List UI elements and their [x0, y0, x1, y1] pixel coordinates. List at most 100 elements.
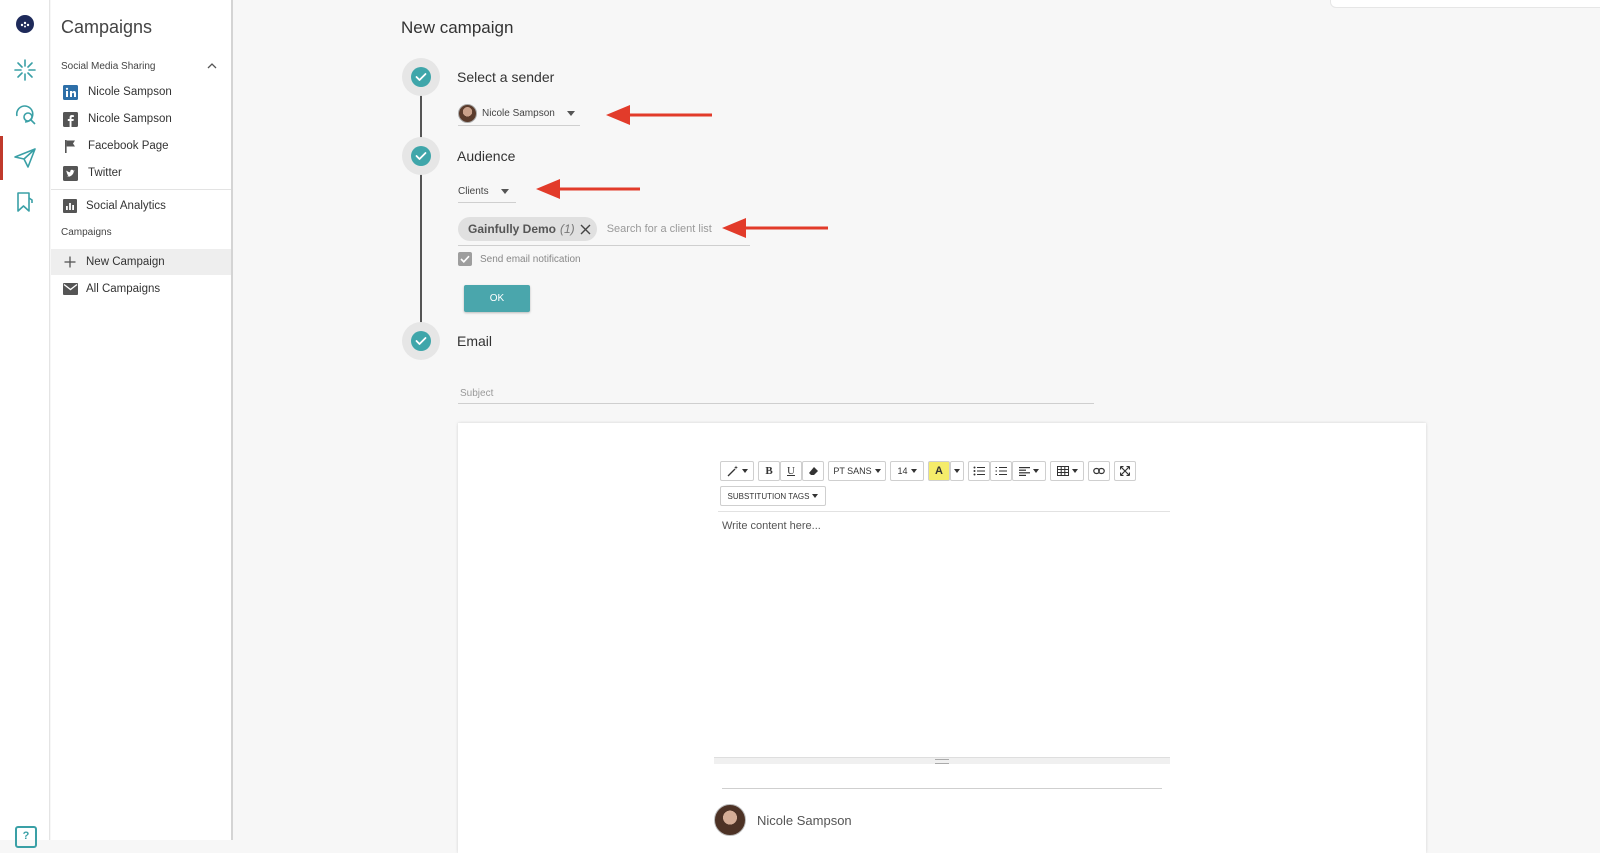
annotation-arrow-icon: [606, 105, 712, 125]
caret-down-icon: [1033, 469, 1039, 473]
facebook-icon: [62, 111, 78, 127]
sidebar-item-linkedin[interactable]: Nicole Sampson: [51, 79, 231, 105]
paragraph-align-dropdown[interactable]: [1012, 461, 1046, 481]
page-title: New campaign: [401, 18, 514, 37]
substitution-tags-dropdown[interactable]: SUBSTITUTION TAGS: [720, 486, 826, 506]
bookmark-icon: [16, 192, 33, 212]
numbered-list-button[interactable]: [990, 461, 1012, 481]
sidebar-item-all-campaigns[interactable]: All Campaigns: [51, 276, 231, 302]
sidebar-item-social-analytics[interactable]: Social Analytics: [51, 193, 231, 219]
sidebar-divider: [51, 189, 231, 190]
magic-style-button[interactable]: [720, 461, 754, 481]
icon-rail: ?: [0, 0, 50, 848]
font-family-value: PT SANS: [833, 466, 872, 476]
rail-dashboard[interactable]: [0, 48, 49, 92]
dashboard-icon: [13, 59, 36, 81]
section-header-label: Social Media Sharing: [61, 60, 156, 72]
font-size-dropdown[interactable]: 14: [890, 461, 924, 481]
insert-table-dropdown[interactable]: [1050, 461, 1084, 481]
sidebar-item-facebook[interactable]: Nicole Sampson: [51, 106, 231, 132]
email-body-editor[interactable]: Write content here...: [722, 520, 1166, 750]
align-left-icon: [1019, 466, 1030, 476]
annotation-arrow-icon: [722, 218, 828, 238]
caret-down-icon: [874, 469, 881, 473]
highlight-color-button[interactable]: A: [928, 461, 950, 481]
sidebar-item-new-campaign[interactable]: New Campaign: [51, 249, 231, 275]
editor-toolbar: B U PT SANS 14 A SUBSTITUTION TAGS: [718, 459, 1170, 512]
editor-resize-handle[interactable]: [714, 757, 1170, 764]
caret-down-icon: [910, 469, 917, 473]
sidebar-item-twitter[interactable]: Twitter: [51, 160, 231, 186]
step-audience-marker: [402, 137, 440, 175]
expand-icon: [1120, 466, 1130, 476]
caret-down-icon: [954, 469, 960, 473]
logo-icon: [15, 15, 34, 33]
audience-type-dropdown[interactable]: Clients: [458, 180, 516, 203]
sender-dropdown[interactable]: Nicole Sampson: [458, 101, 580, 126]
annotation-arrow-icon: [536, 179, 640, 199]
help-icon[interactable]: ?: [15, 826, 37, 848]
font-family-dropdown[interactable]: PT SANS: [828, 461, 886, 481]
underline-button[interactable]: U: [780, 461, 802, 481]
audience-ok-button[interactable]: OK: [464, 285, 530, 312]
eraser-icon: [808, 467, 818, 475]
rail-bookmarks[interactable]: [0, 180, 49, 224]
signature-divider: [722, 788, 1162, 789]
close-icon[interactable]: [579, 222, 593, 236]
rail-logo[interactable]: [0, 2, 49, 46]
top-right-panel-edge: [1330, 0, 1600, 8]
insert-link-button[interactable]: [1088, 461, 1110, 481]
caret-down-icon: [1071, 469, 1078, 473]
check-icon: [411, 146, 431, 166]
font-size-value: 14: [897, 466, 908, 476]
signature-name: Nicole Sampson: [757, 813, 852, 828]
send-icon: [13, 148, 36, 168]
rail-search[interactable]: [0, 92, 49, 136]
subject-input[interactable]: [458, 384, 1098, 403]
rail-campaigns[interactable]: [0, 136, 49, 180]
email-notification-label: Send email notification: [480, 253, 581, 265]
twitter-icon: [62, 165, 78, 181]
sidebar-item-facebook-page[interactable]: Facebook Page: [51, 133, 231, 159]
fullscreen-button[interactable]: [1114, 461, 1136, 481]
step-sender-marker: [402, 58, 440, 96]
email-notification-option: Send email notification: [458, 252, 581, 266]
highlight-color-dropdown[interactable]: [950, 461, 964, 481]
flag-icon: [62, 138, 78, 154]
step-audience-title: Audience: [457, 148, 516, 164]
grip-icon: [935, 758, 949, 764]
magic-wand-icon: [727, 465, 738, 477]
table-icon: [1056, 466, 1069, 476]
link-icon: [1093, 467, 1105, 475]
clear-format-button[interactable]: [802, 461, 824, 481]
envelope-icon: [62, 281, 78, 297]
caret-down-icon: [566, 110, 575, 116]
campaigns-sidebar: Campaigns Social Media Sharing Nicole Sa…: [51, 0, 233, 840]
linkedin-icon: [62, 84, 78, 100]
client-list-field: Gainfully Demo (1): [458, 213, 750, 246]
step-email-marker: [402, 322, 440, 360]
step-email-title: Email: [457, 333, 493, 349]
sidebar-item-label: New Campaign: [86, 256, 165, 268]
email-notification-checkbox[interactable]: [458, 252, 472, 266]
sidebar-title: Campaigns: [61, 17, 153, 37]
bullet-list-button[interactable]: [968, 461, 990, 481]
campaigns-caption: Campaigns: [61, 227, 112, 238]
sidebar-item-label: Nicole Sampson: [88, 86, 172, 98]
bold-button[interactable]: B: [758, 461, 780, 481]
bullet-list-icon: [973, 466, 985, 476]
numbered-list-icon: [995, 467, 1007, 475]
steps-timeline: [420, 78, 422, 340]
step-sender-title: Select a sender: [457, 69, 555, 85]
sidebar-item-label: Twitter: [88, 167, 122, 179]
audience-type-value: Clients: [458, 185, 489, 197]
social-media-section-toggle[interactable]: Social Media Sharing: [51, 56, 231, 76]
chip-count: (1): [560, 222, 575, 236]
caret-down-icon: [500, 188, 509, 194]
caret-down-icon: [741, 469, 748, 473]
plus-icon: [62, 254, 78, 270]
sender-dropdown-value: Nicole Sampson: [482, 107, 555, 119]
subject-field: [458, 383, 1098, 404]
sidebar-item-label: All Campaigns: [86, 283, 161, 295]
check-icon: [411, 67, 431, 87]
